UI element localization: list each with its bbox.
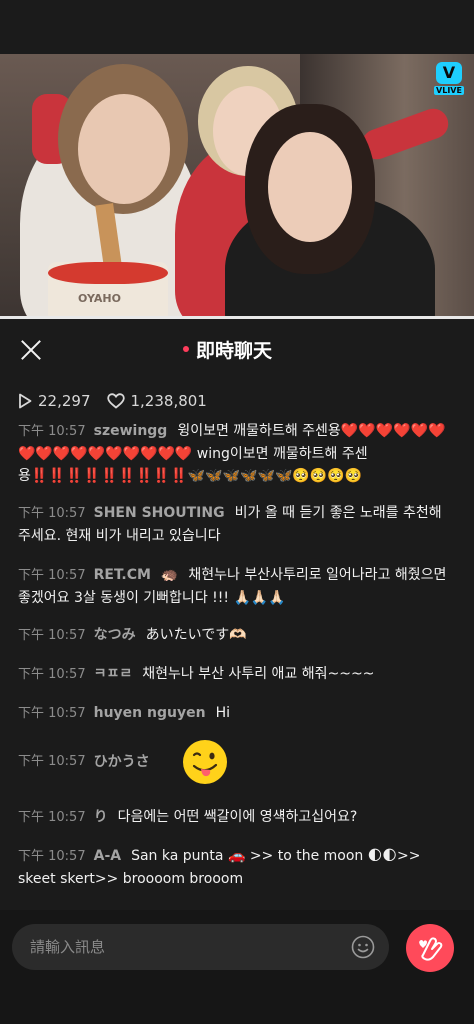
message-time: 下午 10:57	[18, 506, 86, 521]
message-time: 下午 10:57	[18, 810, 86, 825]
message-text: あいたいです	[145, 627, 230, 643]
chat-message: 下午 10:57 huyen nguyen Hi	[18, 702, 458, 725]
message-username[interactable]: huyen nguyen	[94, 705, 206, 721]
chat-message: 下午 10:57 A-A San ka punta 🚗 >> to the moon…	[18, 845, 458, 890]
message-text: 용	[18, 468, 31, 484]
message-text: 채현누나 부산 사투리 애교 해줘~~~~	[142, 666, 375, 682]
video-person-left-face	[78, 94, 170, 204]
chat-header: 即時聊天	[0, 319, 474, 381]
play-icon	[19, 393, 32, 409]
finger-heart-button[interactable]	[406, 924, 454, 972]
chat-message: 下午 10:57 szewingg 윙이보면 깨물하트해 주센용❤️❤️❤️❤️❤️…	[18, 420, 458, 487]
chat-message: 下午 10:57 ㅋㅍㄹ 채현누나 부산 사투리 애교 해줘~~~~	[18, 663, 458, 686]
message-text: wing이보면 깨물하트해 주센	[192, 446, 368, 462]
video-cup-label: OYAHO	[78, 292, 121, 305]
message-username[interactable]: SHEN SHOUTING	[94, 505, 225, 521]
message-time: 下午 10:57	[18, 706, 86, 721]
vlive-badge-label: VLIVE	[434, 86, 464, 95]
message-input-container[interactable]	[12, 924, 389, 970]
message-username[interactable]: RET.CM	[94, 567, 151, 583]
chat-message: 下午 10:57 ひかうさ	[18, 738, 458, 786]
chat-message: 下午 10:57 なつみ あいたいです🫶🏻	[18, 624, 458, 647]
hedgehog-emoji: 🦔	[160, 567, 179, 583]
message-text: San ka punta	[131, 848, 228, 864]
live-dot-icon	[183, 346, 189, 352]
chat-message-list[interactable]: 下午 10:57 szewingg 윙이보면 깨물하트해 주센용❤️❤️❤️❤️❤️…	[0, 418, 474, 910]
message-time: 下午 10:57	[18, 754, 86, 769]
finger-heart-icon	[419, 937, 443, 961]
heart-emoji: ❤️❤️❤️❤️❤️	[340, 423, 428, 439]
message-username[interactable]: り	[94, 809, 108, 825]
message-text: >> to the moon	[245, 848, 368, 864]
pleading-face-emoji: 🥺🥺🥺🥺	[292, 468, 363, 484]
message-username[interactable]: なつみ	[94, 627, 136, 643]
message-text: Hi	[215, 705, 230, 721]
heart-icon	[106, 393, 125, 409]
vlive-v-icon: V	[436, 62, 462, 84]
message-username[interactable]: szewingg	[94, 423, 168, 439]
message-text: 다음에는 어떤 쌕갈이에 영섁하고십어요?	[117, 809, 358, 825]
double-exclamation-emoji: ‼️‼️‼️‼️‼️‼️‼️‼️‼️	[30, 468, 188, 484]
message-input[interactable]	[30, 924, 330, 970]
chat-message: 下午 10:57 RET.CM 🦔 채현누나 부산사투리로 일어나라고 해줬으면 좋겠…	[18, 564, 458, 609]
chat-input-bar	[0, 910, 474, 1024]
vlive-logo-icon: V VLIVE	[434, 62, 464, 100]
message-time: 下午 10:57	[18, 628, 86, 643]
praying-hands-emoji: 🙏🏻🙏🏻🙏🏻	[233, 590, 286, 606]
view-count: 22,297	[38, 392, 91, 410]
moon-emoji: 🌓🌓	[367, 848, 397, 864]
chat-title: 即時聊天	[196, 340, 273, 362]
video-drink-lid	[48, 262, 168, 284]
message-time: 下午 10:57	[18, 424, 86, 439]
message-time: 下午 10:57	[18, 667, 86, 682]
chat-message: 下午 10:57 SHEN SHOUTING 비가 올 때 듣기 좋은 노래를 추천…	[18, 502, 458, 547]
butterfly-emoji: 🦋🦋🦋🦋🦋🦋	[187, 468, 293, 484]
chat-message: 下午 10:57 り 다음에는 어떤 쌕갈이에 영섁하고십어요?	[18, 806, 458, 829]
message-time: 下午 10:57	[18, 568, 86, 583]
status-bar-area	[0, 0, 474, 54]
stats-row: 22,297 1,238,801	[18, 390, 207, 412]
car-emoji: 🚗	[227, 848, 246, 864]
winking-tongue-sticker-icon	[182, 740, 227, 784]
message-username[interactable]: A-A	[94, 848, 121, 864]
message-time: 下午 10:57	[18, 849, 86, 864]
message-username[interactable]: ひかうさ	[94, 751, 150, 773]
heart-hands-emoji: 🫶🏻	[229, 627, 247, 643]
video-person-right-face	[268, 132, 352, 242]
live-video-player[interactable]: OYAHO V VLIVE	[0, 54, 474, 316]
message-text: 윙이보면 깨물하트해 주센용	[177, 423, 341, 439]
emoji-icon[interactable]	[351, 935, 375, 959]
close-icon[interactable]	[18, 337, 44, 363]
message-username[interactable]: ㅋㅍㄹ	[94, 666, 133, 682]
like-count: 1,238,801	[130, 392, 207, 410]
